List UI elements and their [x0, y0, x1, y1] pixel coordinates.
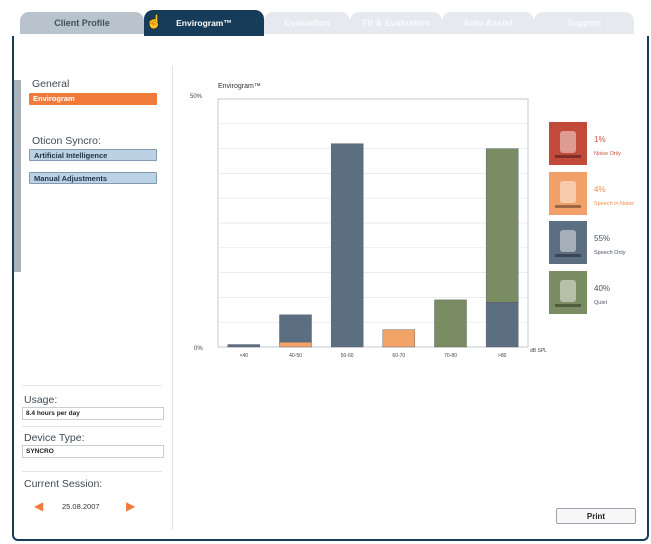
divider	[22, 426, 162, 427]
legend-percent: 1%	[594, 135, 606, 144]
next-session-arrow-icon[interactable]: ▶	[126, 499, 135, 513]
general-label: General	[32, 78, 70, 90]
close-icon[interactable]: ✕	[628, 40, 642, 54]
usage-field: 8.4 hours per day	[22, 407, 164, 420]
tab-support[interactable]: Support	[534, 12, 634, 34]
legend-percent: 40%	[594, 284, 611, 293]
legend-name: Quiet	[594, 300, 608, 306]
tab-auto-assist[interactable]: Auto Assist	[442, 12, 534, 34]
sidebar-item-manual-adjustments[interactable]: Manual Adjustments	[29, 172, 157, 184]
sidebar-item-artificial-intelligence[interactable]: Artificial Intelligence	[29, 149, 157, 161]
speech-in-noise-icon	[549, 172, 587, 215]
noise-icon	[549, 122, 587, 165]
sidebar-item-envirogram[interactable]: Envirogram	[29, 93, 157, 105]
current-session-label: Current Session:	[24, 478, 103, 490]
legend-name: Noise Only	[594, 151, 621, 157]
top-tab-bar: Client Profile Envirogram™ Evaluation Fi…	[0, 0, 651, 36]
device-type-label: Device Type:	[24, 432, 85, 444]
legend-percent: 4%	[594, 185, 606, 194]
tab-client-profile[interactable]: Client Profile	[20, 12, 144, 34]
divider	[22, 471, 162, 472]
usage-label: Usage:	[24, 394, 58, 406]
previous-session-arrow-icon[interactable]: ◀	[34, 499, 43, 513]
legend-name: Speech Only	[594, 250, 626, 256]
session-date: 25.08.2007	[62, 502, 100, 511]
quiet-icon	[549, 271, 587, 314]
collapsed-side-tab[interactable]	[14, 80, 21, 272]
legend-percent: 55%	[594, 234, 611, 243]
legend-name: Speech in Noise	[594, 201, 635, 207]
syncro-label: Oticon Syncro:	[32, 135, 101, 147]
print-button[interactable]: Print	[556, 508, 636, 524]
speech-icon	[549, 221, 587, 264]
device-type-field: SYNCRO	[22, 445, 164, 458]
tab-fit-evaluation[interactable]: Fit & Evaluation	[350, 12, 442, 34]
panel-divider	[172, 66, 173, 530]
tab-evaluation[interactable]: Evaluation	[264, 12, 350, 34]
pointer-cursor-icon: ☝	[146, 14, 163, 29]
chart-title: Envirogram™	[218, 83, 261, 90]
divider	[22, 385, 162, 386]
